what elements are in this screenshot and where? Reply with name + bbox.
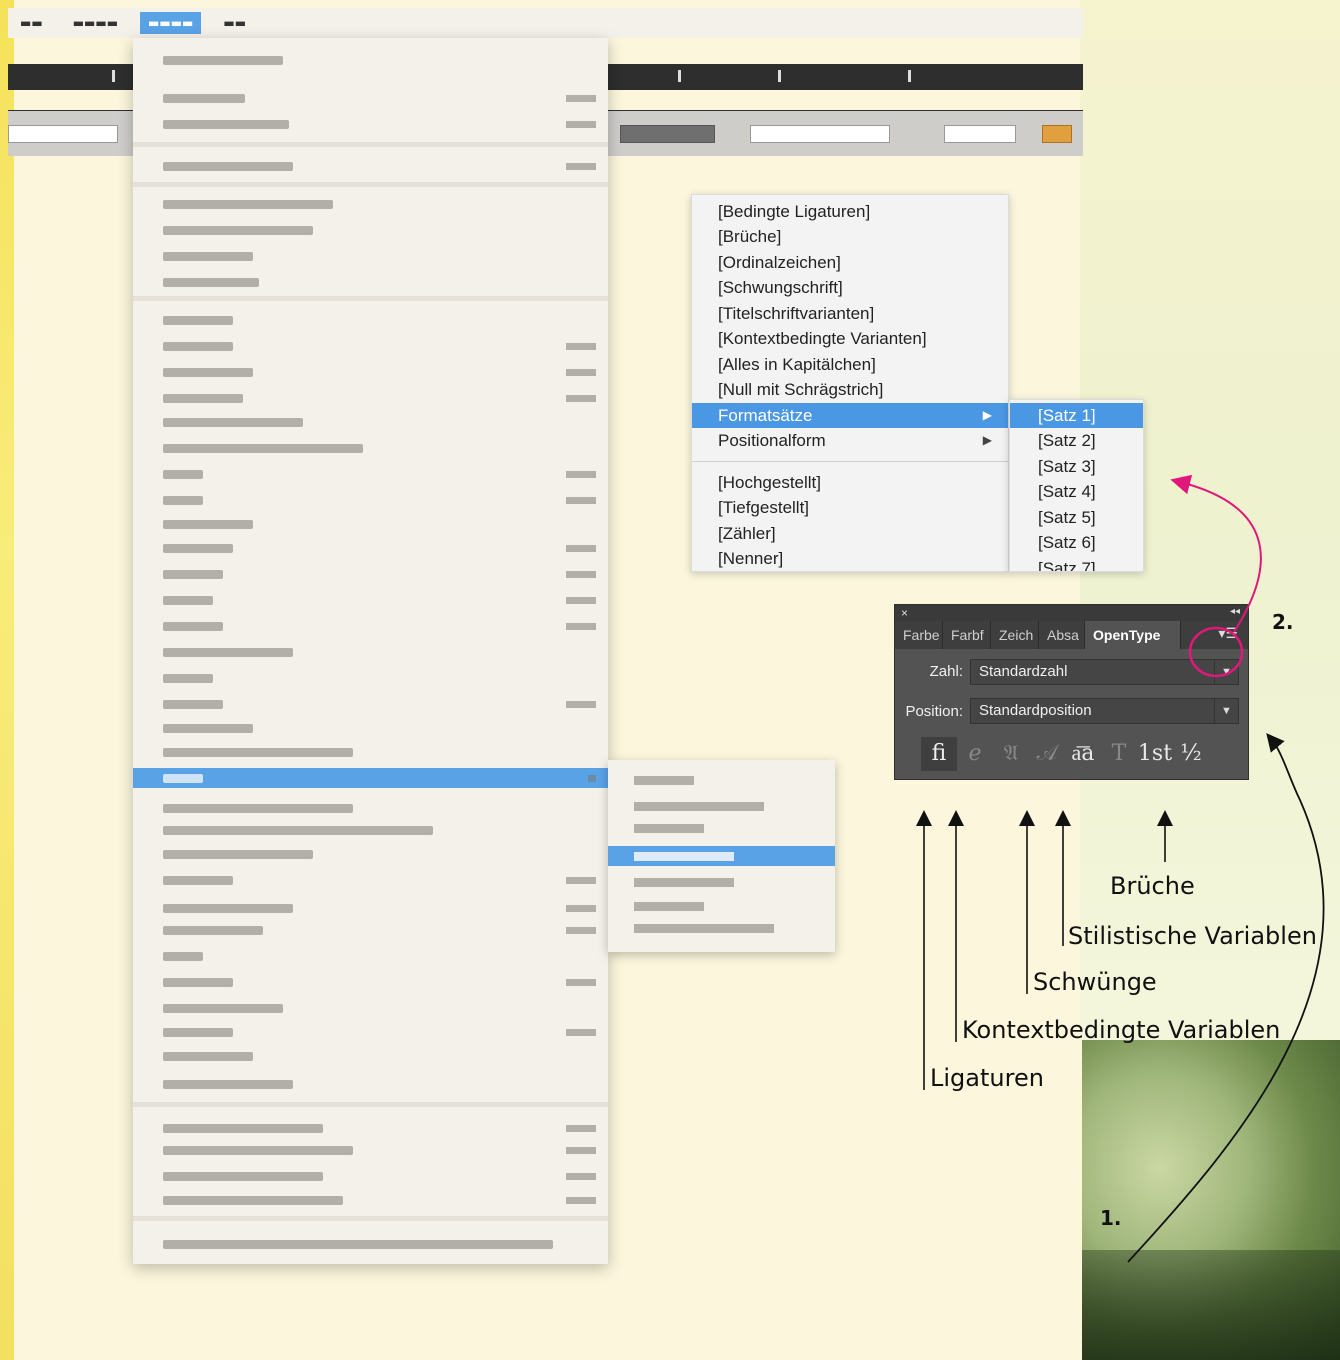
step2-arrow xyxy=(1170,474,1262,633)
panel-menu-highlight-circle xyxy=(1188,626,1244,678)
annotation-ligaturen: Ligaturen xyxy=(930,1064,1044,1092)
annotation-stilistische-variablen: Stilistische Variablen xyxy=(1068,922,1317,950)
step1-arrow xyxy=(1127,733,1325,1263)
step-2-label: 2. xyxy=(1272,610,1294,634)
step-1-label: 1. xyxy=(1100,1206,1122,1230)
annotation-overlay xyxy=(916,474,1325,1263)
annotation-kontextbedingte-variablen: Kontextbedingte Variablen xyxy=(962,1016,1281,1044)
annotation-brueche: Brüche xyxy=(1110,872,1195,900)
annotation-schwuenge: Schwünge xyxy=(1033,968,1157,996)
